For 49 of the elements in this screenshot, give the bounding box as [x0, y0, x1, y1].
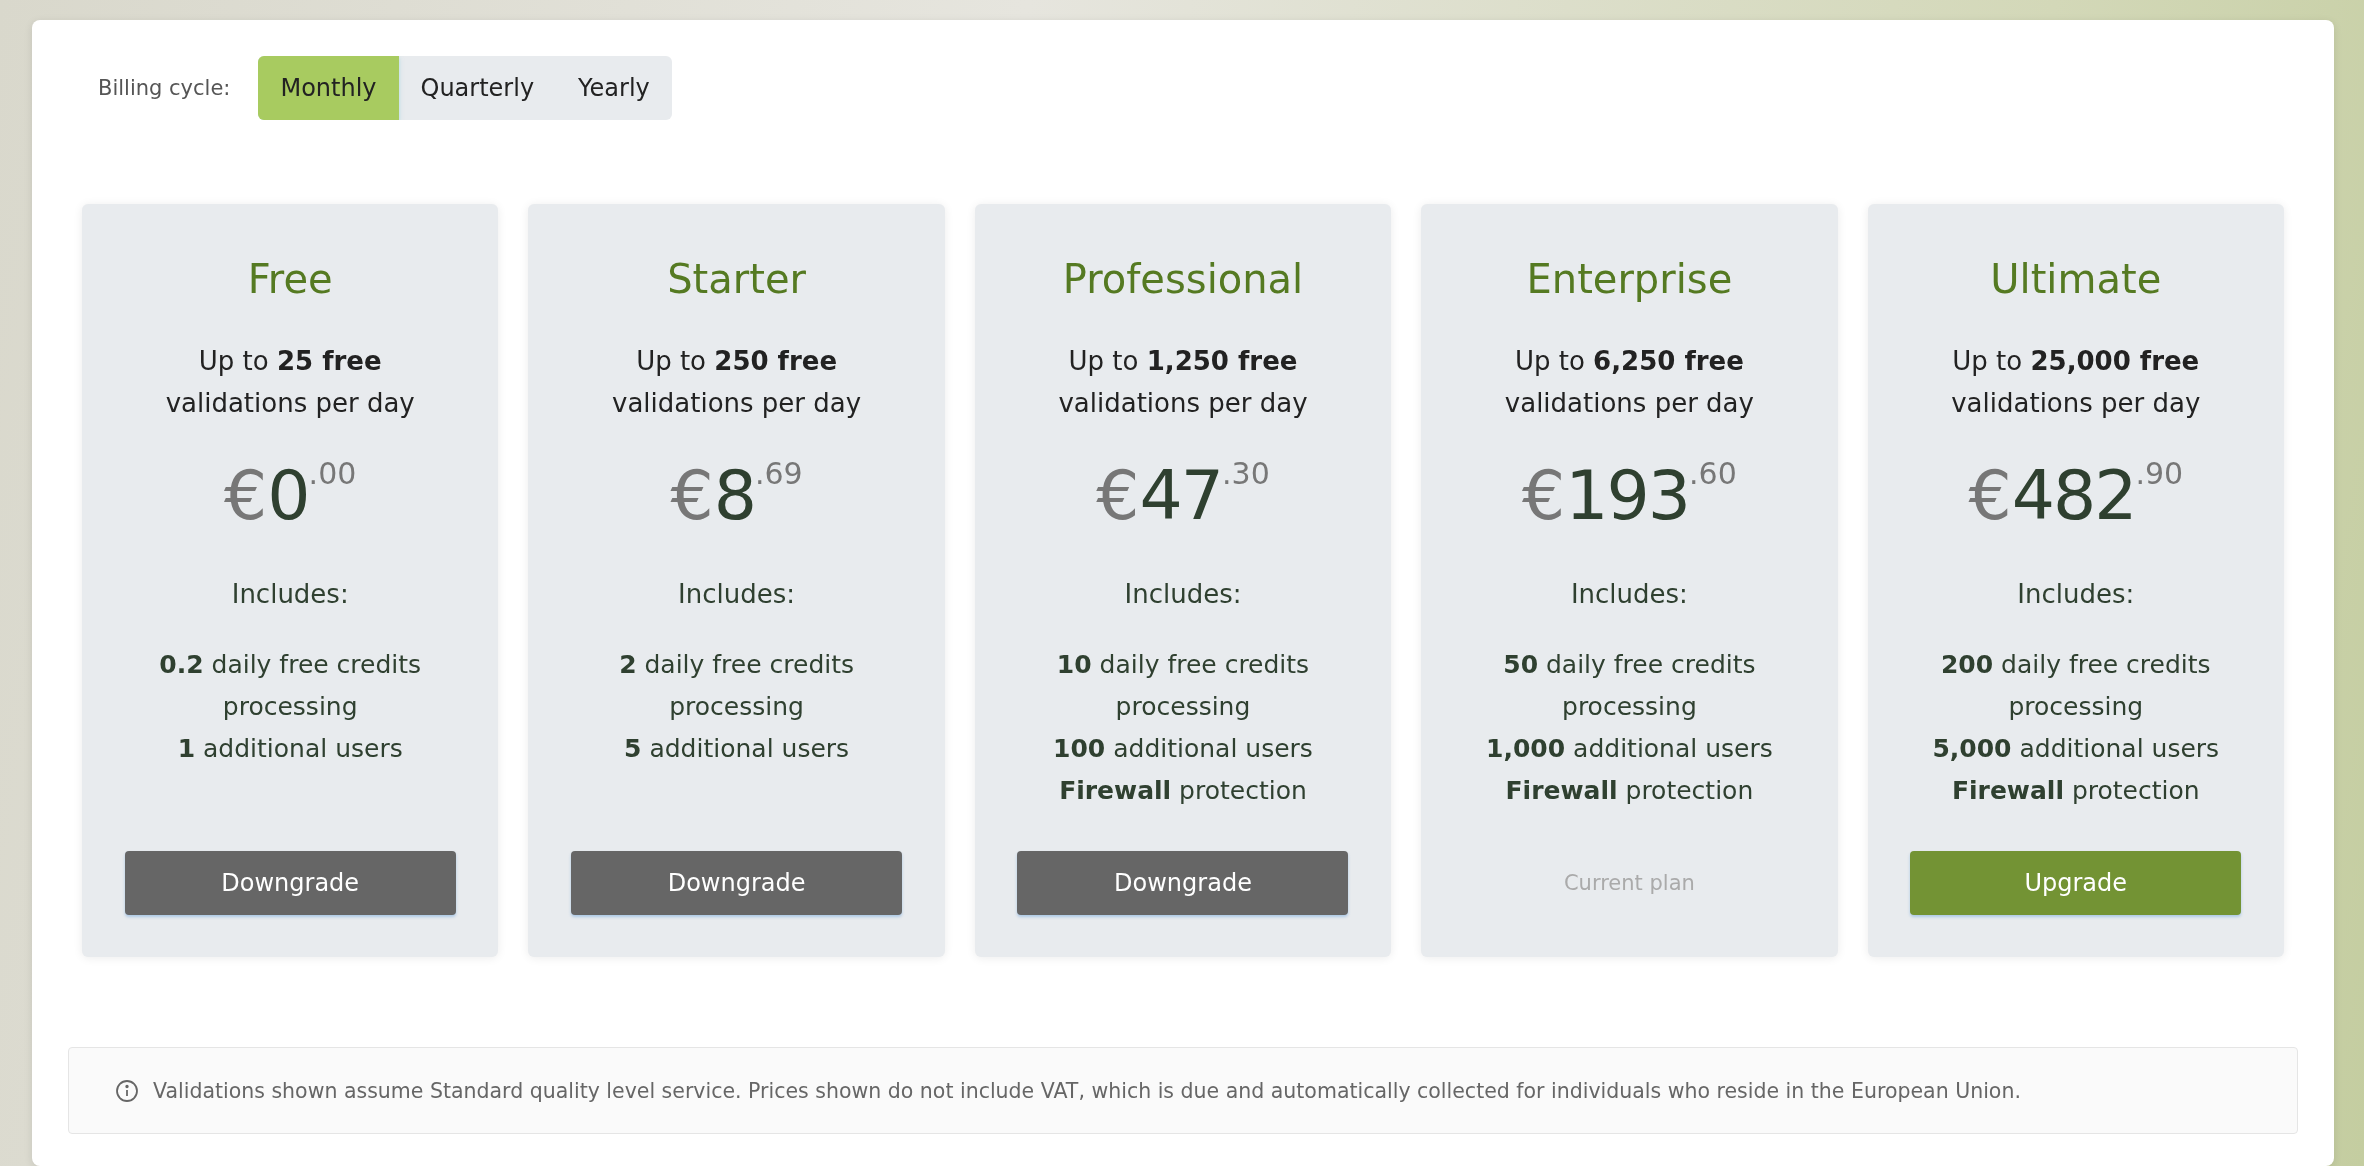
plan-feature: 100 additional users: [1053, 733, 1313, 765]
billing-cycle-tab[interactable]: Quarterly: [398, 56, 557, 120]
plan-allowance: Up to 1,250 free validations per day: [1058, 345, 1308, 420]
price-currency: €: [670, 455, 714, 537]
upgrade-button[interactable]: Upgrade: [1910, 851, 2242, 915]
includes-label: Includes:: [1124, 578, 1242, 611]
price-amount: 8: [713, 455, 755, 537]
price-currency: €: [224, 455, 268, 537]
billing-cycle-tab[interactable]: Monthly: [258, 56, 399, 120]
plan-name: Enterprise: [1526, 255, 1733, 304]
info-icon: [115, 1078, 139, 1103]
plan-allowance: Up to 6,250 free validations per day: [1504, 345, 1754, 420]
downgrade-button[interactable]: Downgrade: [124, 851, 456, 915]
plan-name: Free: [247, 255, 333, 304]
includes-label: Includes:: [231, 578, 349, 611]
billing-cycle-label: Billing cycle:: [98, 76, 231, 100]
plan-name: Professional: [1062, 255, 1304, 304]
price-currency: €: [1968, 455, 2012, 537]
plan-feature: 1 additional users: [177, 733, 403, 765]
plan-allowance: Up to 25 free validations per day: [165, 345, 415, 420]
includes-label: Includes:: [2017, 578, 2135, 611]
price-currency: €: [1096, 455, 1140, 537]
plan-name: Starter: [667, 255, 806, 304]
price-amount: 193: [1565, 455, 1690, 537]
plan-feature: Firewall protection: [1059, 775, 1307, 807]
plan-allowance: Up to 250 free validations per day: [612, 345, 862, 420]
notice-text: Validations shown assume Standard quality level service. Prices shown do not include VAT, which is due and automatically collected for individuals who reside in the European Union.: [153, 1078, 2021, 1103]
plan-feature: 5,000 additional users: [1932, 733, 2220, 765]
plan-feature: Firewall protection: [1951, 775, 2200, 807]
plan-feature: 5 additional users: [624, 733, 850, 765]
downgrade-button[interactable]: Downgrade: [1017, 851, 1349, 915]
includes-label: Includes:: [1570, 578, 1688, 611]
plan-feature: Firewall protection: [1505, 775, 1754, 807]
price-cents: .90: [2135, 455, 2184, 493]
plan-name: Ultimate: [1990, 255, 2162, 304]
price-amount: 482: [2011, 455, 2136, 537]
plan-allowance: Up to 25,000 free validations per day: [1951, 345, 2201, 420]
downgrade-button[interactable]: Downgrade: [571, 851, 903, 915]
includes-label: Includes:: [678, 578, 796, 611]
price-cents: .69: [755, 455, 803, 493]
price-cents: .00: [308, 455, 357, 493]
price-amount: 47: [1139, 455, 1223, 537]
current-plan-label: Current plan: [1563, 870, 1695, 897]
plan-feature: 1,000 additional users: [1486, 733, 1773, 765]
price-cents: .30: [1222, 455, 1270, 493]
price-cents: .60: [1689, 455, 1737, 493]
price-currency: €: [1522, 455, 1566, 537]
price-amount: 0: [267, 455, 309, 537]
billing-cycle-tab[interactable]: Yearly: [556, 56, 672, 120]
